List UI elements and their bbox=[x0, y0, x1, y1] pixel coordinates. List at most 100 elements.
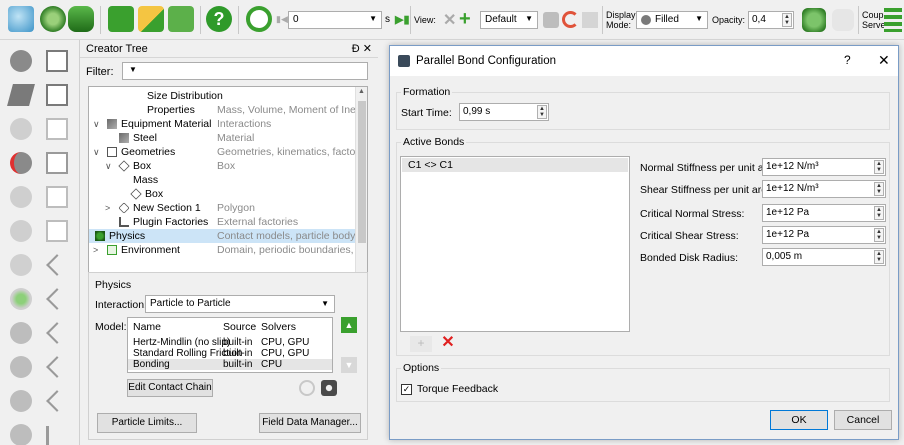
interaction-combo[interactable]: Particle to Particle ▼ bbox=[145, 295, 335, 313]
arrow-add-icon[interactable] bbox=[46, 254, 68, 276]
step-combo[interactable]: 0 ▼ bbox=[288, 11, 382, 29]
tree-item-equipment-material[interactable]: ∨ Equipment Material Interactions bbox=[89, 117, 357, 131]
bonded-disk-radius-spinbox[interactable]: 0,005 m ▲ ▼ bbox=[762, 248, 886, 266]
move-up-icon[interactable]: ▲ bbox=[341, 317, 357, 333]
edit-view-icon[interactable] bbox=[582, 12, 598, 28]
bond-remove-icon[interactable] bbox=[10, 424, 32, 445]
tree-item-properties[interactable]: Properties Mass, Volume, Moment of Ine..… bbox=[89, 103, 365, 117]
chevron-down-icon[interactable]: ∨ bbox=[93, 145, 100, 159]
spin-arrows-icon[interactable]: ▲ ▼ bbox=[874, 250, 884, 264]
view-settings-icon[interactable] bbox=[543, 12, 559, 28]
spin-arrows-icon[interactable]: ▲ ▼ bbox=[874, 160, 884, 174]
arrow-edit-icon[interactable] bbox=[46, 288, 68, 310]
chevron-right-icon[interactable]: > bbox=[105, 201, 110, 215]
tree-item-steel[interactable]: Steel Material bbox=[89, 131, 357, 145]
tree-item-new-section-1[interactable]: > New Section 1 Polygon bbox=[89, 201, 357, 215]
geometry-export-icon[interactable] bbox=[46, 220, 68, 242]
model-icon[interactable] bbox=[40, 6, 66, 32]
list-item[interactable]: C1 <> C1 bbox=[402, 158, 628, 172]
reset-view-icon[interactable] bbox=[562, 11, 579, 28]
view-preset-combo[interactable]: Default ▼ bbox=[480, 11, 538, 29]
particle-limits-button[interactable]: Particle Limits... bbox=[97, 413, 197, 433]
delete-geometry-icon[interactable] bbox=[46, 186, 68, 208]
timer-icon[interactable] bbox=[246, 6, 272, 32]
tree-item-size-distribution[interactable]: Size Distribution bbox=[89, 89, 357, 103]
tree-item-box[interactable]: ∨ Box Box bbox=[89, 159, 357, 173]
import-geometry-icon[interactable] bbox=[46, 84, 68, 106]
chevron-right-icon[interactable]: > bbox=[93, 243, 98, 257]
ok-button[interactable]: OK bbox=[770, 410, 828, 430]
bond-export-icon[interactable] bbox=[10, 390, 32, 412]
particle-export-icon[interactable] bbox=[10, 220, 32, 242]
chart-icon[interactable] bbox=[46, 426, 68, 445]
spin-arrows-icon[interactable]: ▲ ▼ bbox=[537, 105, 547, 119]
table-row[interactable]: Hertz-Mindlin (no slip) built-in CPU, GP… bbox=[128, 337, 332, 348]
fast-forward-icon[interactable]: ▶▮ bbox=[395, 13, 410, 26]
normal-stiffness-spinbox[interactable]: 1e+12 N/m³ ▲ ▼ bbox=[762, 158, 886, 176]
edit-geometry-icon[interactable] bbox=[46, 152, 68, 174]
particle-remove-icon[interactable] bbox=[10, 254, 32, 276]
particle-copy-icon[interactable] bbox=[10, 186, 32, 208]
model-table[interactable]: Name Source Solvers Hertz-Mindlin (no sl… bbox=[127, 317, 333, 373]
open-folder-icon[interactable] bbox=[138, 6, 164, 32]
plugin-icon[interactable] bbox=[832, 9, 854, 31]
add-view-icon[interactable]: + bbox=[459, 8, 471, 31]
spin-arrows-icon[interactable]: ▲ ▼ bbox=[782, 13, 792, 27]
cancel-button[interactable]: Cancel bbox=[834, 410, 892, 430]
coupling-server-icon[interactable] bbox=[884, 8, 902, 32]
rewind-icon[interactable]: ▮◀ bbox=[276, 14, 288, 25]
particle-factory-icon[interactable] bbox=[10, 288, 32, 310]
filter-combo[interactable]: ▼ bbox=[122, 62, 368, 80]
chevron-down-icon[interactable]: ∨ bbox=[105, 159, 112, 173]
help-icon[interactable]: ? bbox=[206, 6, 232, 32]
save-icon[interactable] bbox=[168, 6, 194, 32]
critical-normal-stress-spinbox[interactable]: 1e+12 Pa ▲ ▼ bbox=[762, 204, 886, 222]
move-down-icon[interactable]: ▼ bbox=[341, 357, 357, 373]
table-row[interactable]: Standard Rolling Friction built-in CPU, … bbox=[128, 348, 332, 359]
field-data-manager-button[interactable]: Field Data Manager... bbox=[259, 413, 361, 433]
start-time-spinbox[interactable]: 0,99 s ▲ ▼ bbox=[459, 103, 549, 121]
arrow-export-icon[interactable] bbox=[46, 390, 68, 412]
gear-icon[interactable] bbox=[321, 380, 337, 396]
opacity-spinbox[interactable]: 0,4 ▲ ▼ bbox=[748, 11, 794, 29]
particle-shape-icon[interactable] bbox=[10, 118, 32, 140]
scroll-thumb[interactable] bbox=[358, 101, 366, 243]
remove-particle-icon[interactable] bbox=[10, 152, 32, 174]
arrow-remove-icon[interactable] bbox=[46, 356, 68, 378]
tree-item-physics[interactable]: Physics Contact models, particle body... bbox=[89, 229, 363, 243]
bond-add-icon[interactable] bbox=[10, 322, 32, 344]
spin-arrows-icon[interactable]: ▲ ▼ bbox=[874, 228, 884, 242]
remove-view-icon[interactable]: ✕ bbox=[443, 10, 456, 30]
delete-bond-icon[interactable]: ✕ bbox=[440, 335, 456, 351]
chevron-down-icon[interactable]: ∨ bbox=[93, 117, 100, 131]
add-geometry-icon[interactable] bbox=[46, 50, 68, 72]
tree-item-plugin-factories[interactable]: Plugin Factories External factories bbox=[89, 215, 357, 229]
scroll-up-icon[interactable]: ▲ bbox=[358, 88, 365, 95]
critical-shear-stress-spinbox[interactable]: 1e+12 Pa ▲ ▼ bbox=[762, 226, 886, 244]
help-button[interactable]: ? bbox=[844, 53, 851, 67]
refresh-icon[interactable] bbox=[299, 380, 315, 396]
shear-stiffness-spinbox[interactable]: 1e+12 N/m³ ▲ ▼ bbox=[762, 180, 886, 198]
add-bond-icon[interactable]: + bbox=[410, 336, 432, 352]
add-material-icon[interactable] bbox=[7, 84, 35, 106]
arrow-copy-icon[interactable] bbox=[46, 322, 68, 344]
tree-item-geometries[interactable]: ∨ Geometries Geometries, kinematics, fac… bbox=[89, 145, 367, 159]
bond-edit-icon[interactable] bbox=[10, 356, 32, 378]
edit-contact-chain-button[interactable]: Edit Contact Chain bbox=[127, 379, 213, 397]
bond-list[interactable]: C1 <> C1 bbox=[400, 156, 630, 332]
spin-arrows-icon[interactable]: ▲ ▼ bbox=[874, 206, 884, 220]
particles-icon[interactable] bbox=[8, 6, 34, 32]
tree-item-environment[interactable]: > Environment Domain, periodic boundarie… bbox=[89, 243, 365, 257]
spin-arrows-icon[interactable]: ▲ ▼ bbox=[874, 182, 884, 196]
database-icon[interactable] bbox=[68, 6, 94, 32]
close-icon[interactable]: ✕ bbox=[878, 52, 890, 69]
color-particles-icon[interactable] bbox=[802, 8, 826, 32]
torque-feedback-checkbox[interactable]: ✓ bbox=[401, 384, 412, 395]
panel-float-close-buttons[interactable]: Ɖ ✕ bbox=[352, 42, 372, 55]
tree-item-box-child[interactable]: Box bbox=[89, 187, 357, 201]
table-row[interactable]: Bonding built-in CPU bbox=[128, 359, 332, 370]
geometry-shape-icon[interactable] bbox=[46, 118, 68, 140]
tree-item-mass[interactable]: Mass bbox=[89, 173, 357, 187]
add-particle-icon[interactable] bbox=[10, 50, 32, 72]
new-file-icon[interactable] bbox=[108, 6, 134, 32]
